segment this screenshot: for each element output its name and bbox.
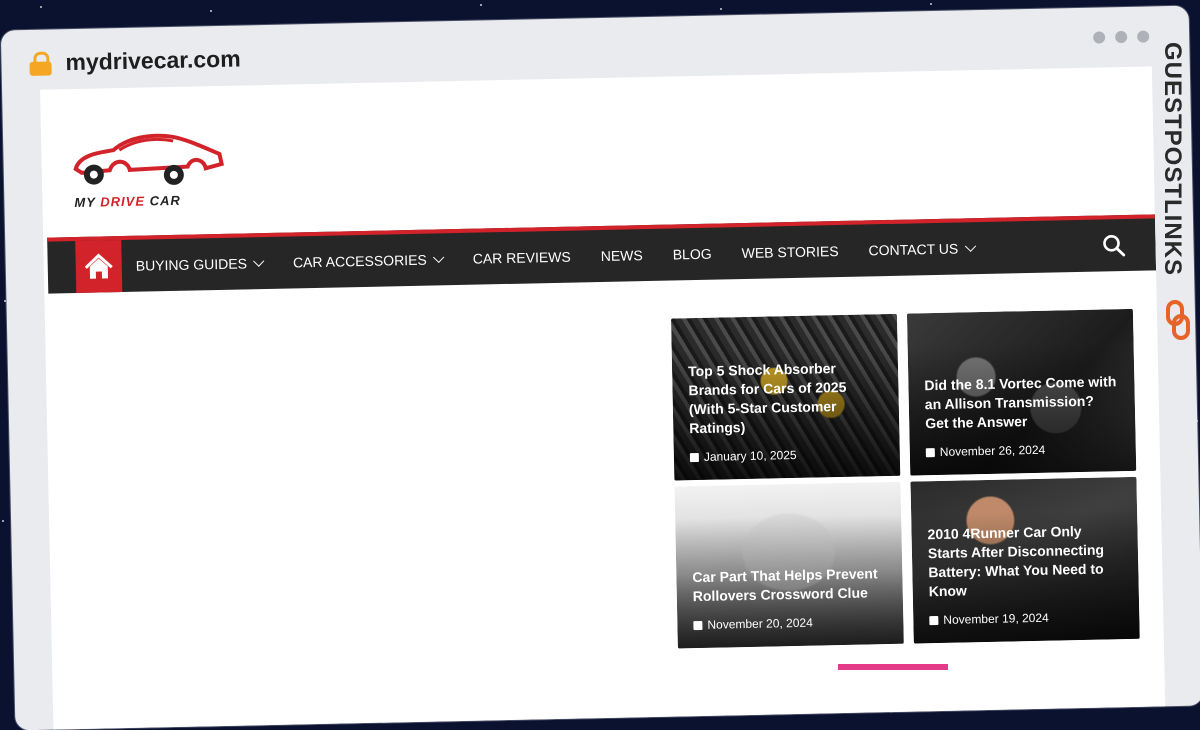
calendar-icon: [929, 615, 939, 625]
main-navigation: BUYING GUIDES CAR ACCESSORIES CAR REVIEWS N…: [47, 214, 1157, 294]
home-icon: [84, 253, 113, 279]
web-page: MY DRIVE CAR BUYING GUIDES CAR ACCESSORIE…: [40, 66, 1166, 730]
post-date: November 19, 2024: [929, 611, 1049, 627]
home-button[interactable]: [75, 240, 123, 293]
window-dot-icon[interactable]: [1093, 31, 1106, 44]
post-card[interactable]: 2010 4Runner Car Only Starts After Disco…: [910, 476, 1140, 644]
chevron-down-icon: [964, 240, 976, 252]
nav-menu: BUYING GUIDES CAR ACCESSORIES CAR REVIEWS N…: [135, 222, 1005, 292]
nav-item[interactable]: NEWS: [601, 247, 643, 264]
nav-item[interactable]: CAR ACCESSORIES: [292, 251, 445, 271]
post-title[interactable]: Did the 8.1 Vortec Come with an Allison …: [924, 372, 1121, 433]
post-date: November 26, 2024: [925, 443, 1045, 459]
window-controls: [1093, 30, 1150, 44]
nav-item[interactable]: BUYING GUIDES: [135, 255, 265, 274]
post-card[interactable]: Car Part That Helps Prevent Rollovers Cr…: [674, 481, 904, 649]
guestpostlinks-watermark: GUESTPOSTLINKS: [1150, 42, 1200, 362]
post-date: November 20, 2024: [693, 616, 813, 632]
lock-icon: [29, 51, 52, 76]
post-title[interactable]: 2010 4Runner Car Only Starts After Disco…: [927, 521, 1125, 601]
nav-item-label: NEWS: [600, 247, 643, 264]
nav-item[interactable]: CONTACT US: [868, 240, 976, 259]
car-logo-icon: [73, 133, 225, 185]
nav-item-label: CAR REVIEWS: [472, 248, 571, 267]
search-button[interactable]: [1101, 233, 1126, 257]
nav-item-label: CAR ACCESSORIES: [292, 251, 427, 271]
nav-item-label: WEB STORIES: [741, 243, 839, 262]
post-date: January 10, 2025: [689, 448, 797, 464]
site-logo[interactable]: MY DRIVE CAR: [69, 128, 231, 221]
post-card[interactable]: Did the 8.1 Vortec Come with an Allison …: [906, 308, 1137, 476]
chevron-down-icon: [253, 255, 265, 267]
chevron-down-icon: [433, 251, 445, 264]
url-text[interactable]: mydrivecar.com: [65, 46, 241, 77]
featured-posts-grid: Top 5 Shock Absorber Brands for Cars of …: [670, 308, 1142, 649]
nav-item[interactable]: WEB STORIES: [741, 243, 838, 261]
window-dot-icon[interactable]: [1137, 30, 1150, 43]
calendar-icon: [689, 452, 699, 462]
nav-item-label: BLOG: [672, 245, 712, 263]
post-title[interactable]: Top 5 Shock Absorber Brands for Cars of …: [688, 358, 886, 438]
post-card[interactable]: Top 5 Shock Absorber Brands for Cars of …: [670, 313, 901, 481]
pink-accent-bar: [838, 664, 948, 670]
nav-item[interactable]: BLOG: [673, 246, 712, 263]
nav-item[interactable]: CAR REVIEWS: [473, 249, 571, 267]
calendar-icon: [925, 447, 935, 457]
window-dot-icon[interactable]: [1115, 30, 1128, 44]
nav-item-label: BUYING GUIDES: [135, 255, 248, 274]
calendar-icon: [693, 620, 703, 630]
post-title[interactable]: Car Part That Helps Prevent Rollovers Cr…: [692, 564, 889, 606]
nav-item-label: CONTACT US: [868, 240, 959, 259]
browser-window: mydrivecar.com MY DRIVE CAR BUYING GUIDE…: [0, 5, 1200, 730]
link-chain-icon: [1166, 300, 1190, 340]
search-icon: [1103, 235, 1126, 257]
logo-wordmark: MY DRIVE CAR: [74, 192, 181, 211]
